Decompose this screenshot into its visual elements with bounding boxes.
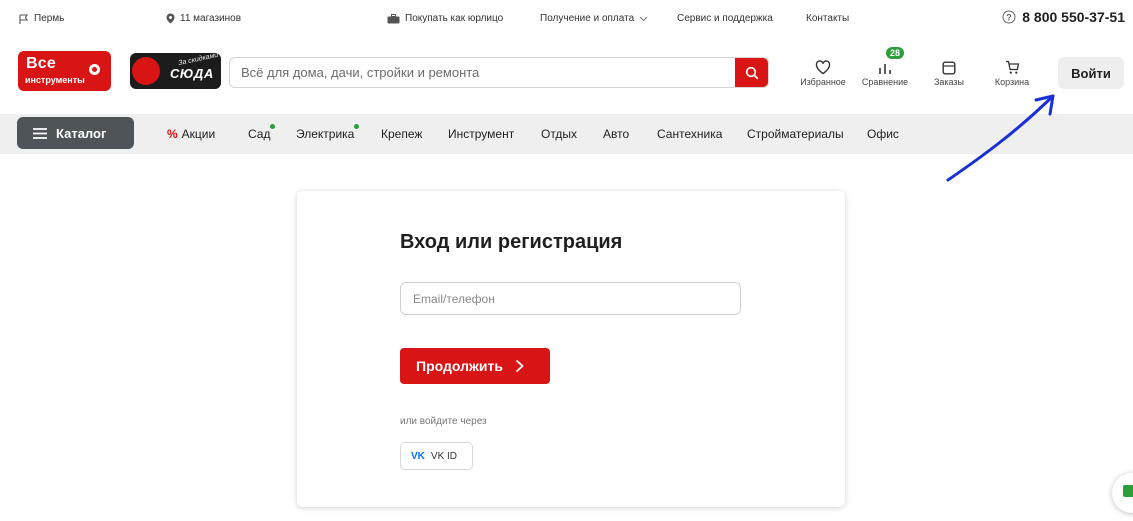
nav-item-label: Стройматериалы [747, 127, 844, 141]
catalog-label: Каталог [56, 125, 107, 141]
annotation-arrow-icon [946, 94, 1055, 182]
login-card: Вход или регистрация Продолжить или войд… [297, 191, 845, 507]
nav-item-label: Сад [248, 127, 271, 141]
email-phone-input[interactable] [400, 282, 741, 315]
legal-entity-link[interactable]: Покупать как юрлицо [387, 13, 503, 24]
city-label: Пермь [34, 13, 65, 24]
nav-item-label: Отдых [541, 127, 578, 141]
city-selector[interactable]: Пермь [19, 13, 64, 24]
logo-title: Все [26, 55, 56, 72]
vk-id-label: VK ID [430, 450, 458, 462]
favorites-label: Избранное [800, 77, 846, 87]
nav-item-building-materials[interactable]: Стройматериалы [747, 127, 844, 141]
catalog-button[interactable]: Каталог [17, 117, 134, 149]
nav-item-label: Акции [181, 127, 216, 141]
new-indicator-dot-icon [270, 124, 276, 129]
svg-text:?: ? [1006, 13, 1012, 23]
chevron-right-icon [515, 359, 524, 373]
stores-label: 11 магазинов [180, 13, 242, 24]
service-label: Сервис и поддержка [677, 13, 773, 24]
chat-widget-button[interactable] [1112, 473, 1133, 513]
site-logo[interactable]: Все инструменты [18, 51, 111, 91]
phone-number: 8 800 550-37-51 [1022, 9, 1125, 25]
search-input[interactable] [230, 58, 735, 87]
nav-item-tools[interactable]: Инструмент [448, 127, 514, 141]
nav-item-plumbing[interactable]: Сантехника [657, 127, 722, 141]
favorites-button[interactable]: Избранное [795, 53, 851, 87]
vk-logo-icon: VK [411, 450, 425, 462]
orders-label: Заказы [933, 77, 965, 87]
nav-item-electrics[interactable]: Электрика [296, 124, 360, 141]
contacts-link[interactable]: Контакты [806, 13, 849, 24]
continue-label: Продолжить [416, 358, 503, 374]
delivery-menu[interactable]: Получение и оплата [540, 13, 648, 24]
nav-item-fasteners[interactable]: Крепеж [381, 127, 422, 141]
question-circle-icon: ? [1002, 10, 1016, 24]
stores-link[interactable]: 11 магазинов [166, 13, 241, 24]
orders-button[interactable]: Заказы [927, 53, 971, 87]
search-bar [229, 57, 769, 88]
search-button[interactable] [735, 58, 768, 87]
chevron-down-icon [639, 16, 648, 21]
service-link[interactable]: Сервис и поддержка [677, 13, 773, 24]
nav-item-label: Авто [603, 127, 630, 141]
compare-count-badge: 28 [886, 47, 905, 59]
login-button[interactable]: Войти [1058, 57, 1124, 89]
phone-link[interactable]: ? 8 800 550-37-51 [1002, 9, 1125, 25]
nav-item-office[interactable]: Офис [867, 127, 899, 141]
contacts-label: Контакты [806, 13, 850, 24]
cart-icon [1005, 60, 1019, 74]
nav-item-label: Сантехника [657, 127, 723, 141]
heart-icon [815, 60, 831, 75]
nav-item-leisure[interactable]: Отдых [541, 127, 577, 141]
alternative-login-label: или войдите через [400, 416, 487, 427]
logo-dot-icon [89, 64, 100, 75]
compare-bars-icon [879, 64, 891, 74]
compare-label: Сравнение [861, 77, 909, 87]
nav-item-auto[interactable]: Авто [603, 127, 629, 141]
flag-icon [19, 13, 28, 24]
continue-button[interactable]: Продолжить [400, 348, 550, 384]
briefcase-icon [387, 13, 400, 23]
orders-box-icon [942, 61, 956, 75]
percent-icon: % [167, 127, 178, 141]
nav-item-label: Крепеж [381, 127, 423, 141]
nav-item-label: Электрика [296, 127, 355, 141]
promo-banner[interactable]: За скидками СЮДА [130, 53, 221, 89]
chat-bubble-icon [1123, 485, 1133, 497]
cart-label: Корзина [994, 77, 1030, 87]
top-bar: Пермь 11 магазинов Покупать как юрлицо П… [0, 0, 1133, 38]
compare-button[interactable]: 28 Сравнение [857, 47, 913, 87]
legal-entity-label: Покупать как юрлицо [405, 13, 504, 24]
nav-item-sales[interactable]: % Акции [167, 127, 215, 141]
nav-item-label: Офис [867, 127, 899, 141]
new-indicator-dot-icon [354, 124, 360, 129]
hamburger-menu-icon [33, 127, 47, 139]
login-title: Вход или регистрация [400, 231, 623, 253]
nav-item-garden[interactable]: Сад [248, 124, 276, 141]
promo-graphic-icon [132, 57, 160, 85]
nav-item-label: Инструмент [448, 127, 515, 141]
logo-subtitle: инструменты [25, 75, 85, 85]
location-pin-icon [166, 13, 175, 24]
cart-button[interactable]: Корзина [990, 53, 1034, 87]
vk-id-login-button[interactable]: VK VK ID [400, 442, 473, 470]
delivery-label: Получение и оплата [540, 13, 635, 24]
promo-big-text: СЮДА [170, 66, 214, 81]
search-icon [745, 66, 758, 79]
